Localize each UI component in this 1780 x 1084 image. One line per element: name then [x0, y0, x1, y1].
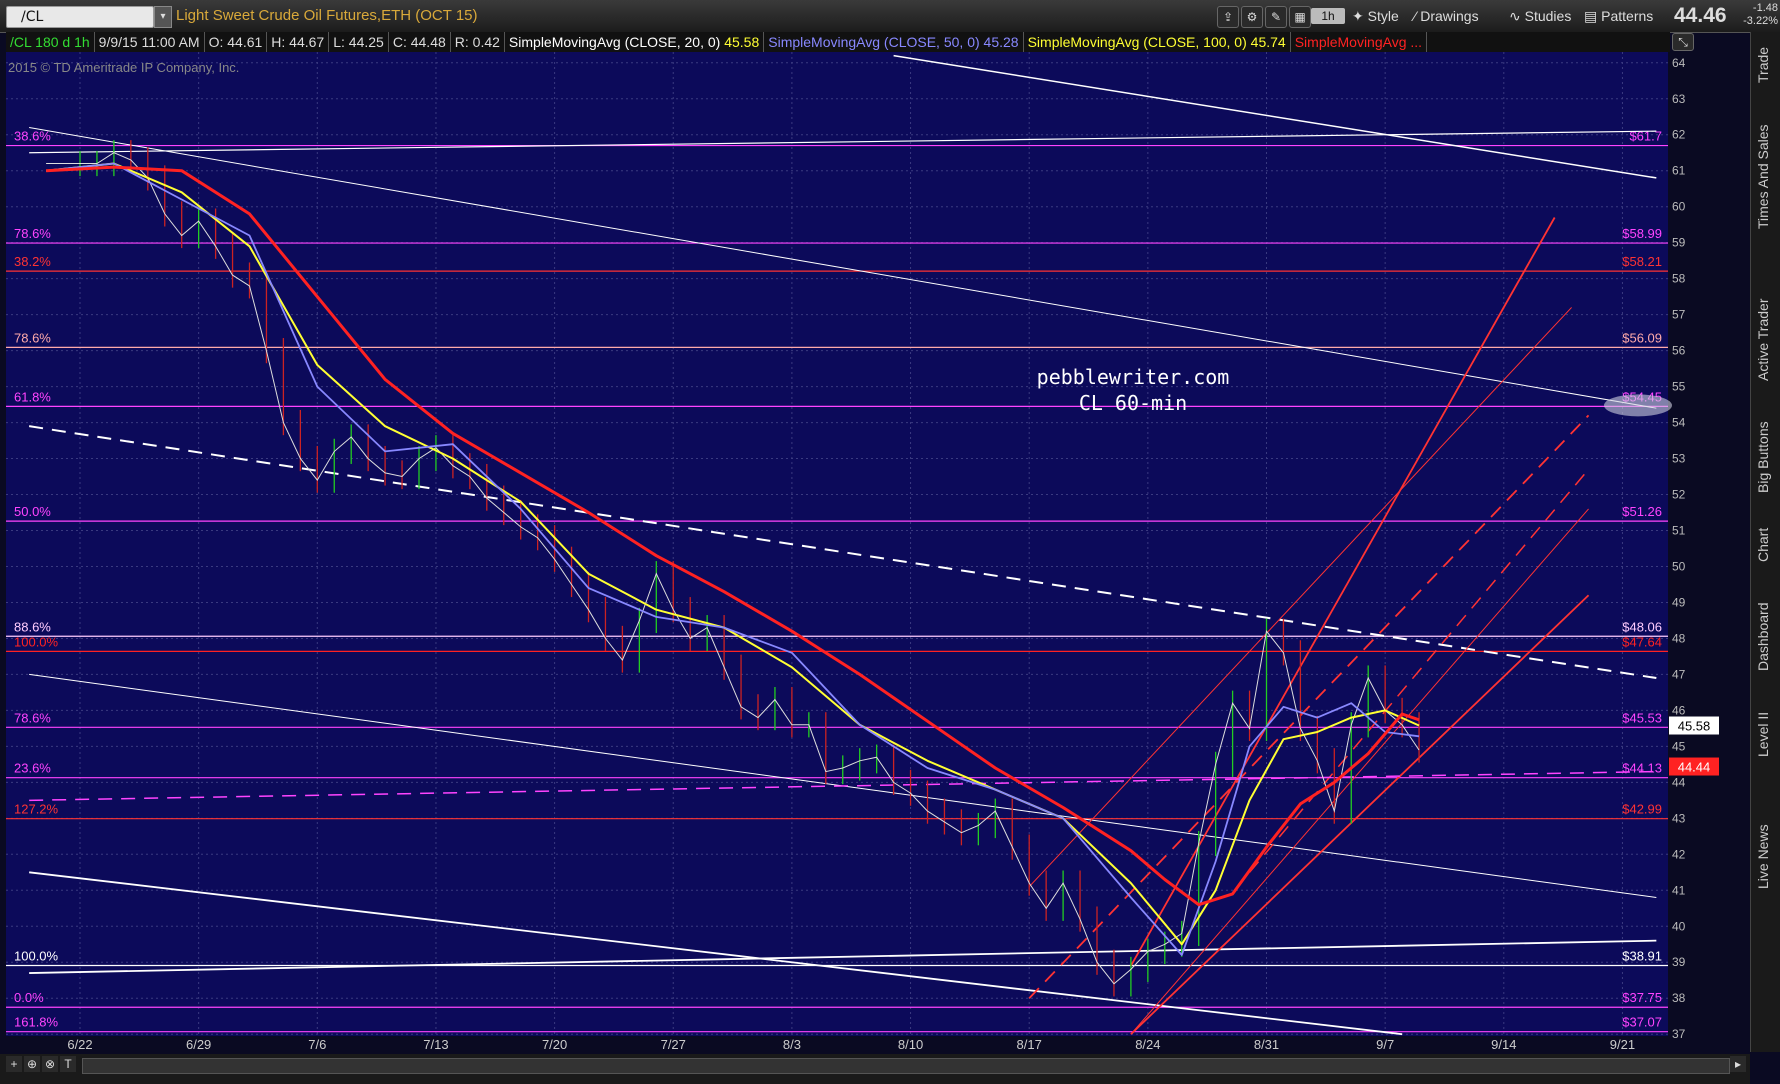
- y-tick-label: 56: [1672, 344, 1686, 358]
- y-tick-label: 61: [1672, 164, 1686, 178]
- y-tick-label: 57: [1672, 308, 1686, 322]
- x-tick-label: 9/21: [1610, 1037, 1635, 1052]
- y-tick-label: 37: [1672, 1027, 1686, 1041]
- fib-level-price: $37.07: [1622, 1015, 1662, 1030]
- fib-level-price: $56.09: [1622, 330, 1662, 345]
- fib-level-pct: 127.2%: [14, 802, 59, 817]
- fib-level-pct: 88.6%: [14, 619, 51, 634]
- y-tick-label: 38: [1672, 991, 1686, 1005]
- fib-level-pct: 0.0%: [14, 990, 44, 1005]
- zoom-fit-icon[interactable]: ⊕: [24, 1056, 40, 1072]
- pan-icon[interactable]: ⊗: [42, 1056, 58, 1072]
- y-tick-label: 41: [1672, 883, 1686, 897]
- fib-level-price: $38.91: [1622, 948, 1662, 963]
- y-tick-label: 47: [1672, 667, 1686, 681]
- y-tick-label: 48: [1672, 631, 1686, 645]
- watermark-line2: CL 60-min: [1079, 391, 1187, 415]
- y-tick-label: 60: [1672, 200, 1686, 214]
- fib-level-price: $58.99: [1622, 226, 1662, 241]
- y-tick-label: 46: [1672, 703, 1686, 717]
- y-tick-label: 49: [1672, 595, 1686, 609]
- fib-level-price: $48.06: [1622, 619, 1662, 634]
- y-tick-label: 42: [1672, 847, 1686, 861]
- side-tab-dashboard[interactable]: Dashboard: [1755, 592, 1777, 682]
- scroll-right-icon[interactable]: ▸: [1730, 1056, 1746, 1072]
- chart-scrollbar[interactable]: [82, 1058, 1730, 1074]
- watermark-line1: pebblewriter.com: [1037, 365, 1230, 389]
- x-tick-label: 6/22: [67, 1037, 92, 1052]
- x-tick-label: 7/20: [542, 1037, 567, 1052]
- x-tick-label: 8/10: [898, 1037, 923, 1052]
- text-tool-icon[interactable]: T: [60, 1056, 76, 1072]
- fib-level-pct: 78.6%: [14, 226, 51, 241]
- x-tick-label: 7/27: [661, 1037, 686, 1052]
- copyright-text: 2015 © TD Ameritrade IP Company, Inc.: [8, 60, 240, 75]
- side-tab-active-trader[interactable]: Active Trader: [1755, 272, 1777, 407]
- fib-level-price: $51.26: [1622, 504, 1662, 519]
- y-tick-label: 51: [1672, 524, 1686, 538]
- fib-level-pct: 100.0%: [14, 634, 59, 649]
- fib-level-price: $45.53: [1622, 710, 1662, 725]
- zoom-in-icon[interactable]: +: [6, 1056, 22, 1072]
- chart-window: /CL ▾ Light Sweet Crude Oil Futures,ETH …: [0, 0, 1780, 1084]
- x-tick-label: 7/13: [423, 1037, 448, 1052]
- y-tick-label: 40: [1672, 919, 1686, 933]
- side-tab-trade[interactable]: Trade: [1755, 40, 1777, 90]
- y-tick-label: 45: [1672, 739, 1686, 753]
- y-tick-label: 43: [1672, 811, 1686, 825]
- y-tick-label: 55: [1672, 380, 1686, 394]
- y-tick-label: 44: [1672, 775, 1686, 789]
- fib-level-price: $58.21: [1622, 254, 1662, 269]
- time-axis-area: [6, 1036, 1750, 1054]
- fib-level-pct: 161.8%: [14, 1015, 59, 1030]
- side-tab-times-and-sales[interactable]: Times And Sales: [1755, 102, 1777, 252]
- fib-level-price: $44.13: [1622, 761, 1662, 776]
- fib-level-pct: 23.6%: [14, 761, 51, 776]
- y-tick-label: 58: [1672, 272, 1686, 286]
- x-tick-label: 9/14: [1491, 1037, 1516, 1052]
- y-tick-label: 64: [1672, 56, 1686, 70]
- x-tick-label: 8/31: [1254, 1037, 1279, 1052]
- y-tick-label: 62: [1672, 128, 1686, 142]
- fib-level-pct: 61.8%: [14, 389, 51, 404]
- plot-area: [6, 52, 1668, 1036]
- x-tick-label: 8/17: [1017, 1037, 1042, 1052]
- fib-level-pct: 100.0%: [14, 948, 59, 963]
- y-tick-label: 52: [1672, 488, 1686, 502]
- side-tab-big-buttons[interactable]: Big Buttons: [1755, 417, 1777, 497]
- y-tick-label: 59: [1672, 236, 1686, 250]
- fib-level-pct: 78.6%: [14, 330, 51, 345]
- price-chart[interactable]: 6/22 6/29 7/6 7/13 7/20 7/27 8/3 8/10 8/17 8/24 8/…: [0, 0, 1780, 1084]
- side-tab-live-news[interactable]: Live News: [1755, 802, 1777, 912]
- fib-level-pct: 38.2%: [14, 254, 51, 269]
- fib-level-price: $37.75: [1622, 990, 1662, 1005]
- y-tick-label: 63: [1672, 92, 1686, 106]
- price-badge-label: 45.58: [1678, 719, 1711, 734]
- x-tick-label: 6/29: [186, 1037, 211, 1052]
- y-tick-label: 54: [1672, 416, 1686, 430]
- price-badge-label: 44.44: [1678, 760, 1711, 775]
- side-tab-level-ii[interactable]: Level II: [1755, 692, 1777, 777]
- fib-level-price: $42.99: [1622, 802, 1662, 817]
- y-tick-label: 53: [1672, 452, 1686, 466]
- x-tick-label: 9/7: [1376, 1037, 1394, 1052]
- side-panel-tabs: Trade Times And Sales Active Trader Big But…: [1750, 32, 1780, 1052]
- y-tick-label: 50: [1672, 559, 1686, 573]
- price-highlight: [1604, 394, 1672, 417]
- x-tick-label: 8/24: [1135, 1037, 1160, 1052]
- y-tick-label: 39: [1672, 955, 1686, 969]
- x-tick-label: 8/3: [783, 1037, 801, 1052]
- fib-level-price: $47.64: [1622, 634, 1662, 649]
- fib-level-pct: 50.0%: [14, 504, 51, 519]
- x-tick-label: 7/6: [308, 1037, 326, 1052]
- side-tab-chart[interactable]: Chart: [1755, 507, 1777, 582]
- fib-level-pct: 78.6%: [14, 710, 51, 725]
